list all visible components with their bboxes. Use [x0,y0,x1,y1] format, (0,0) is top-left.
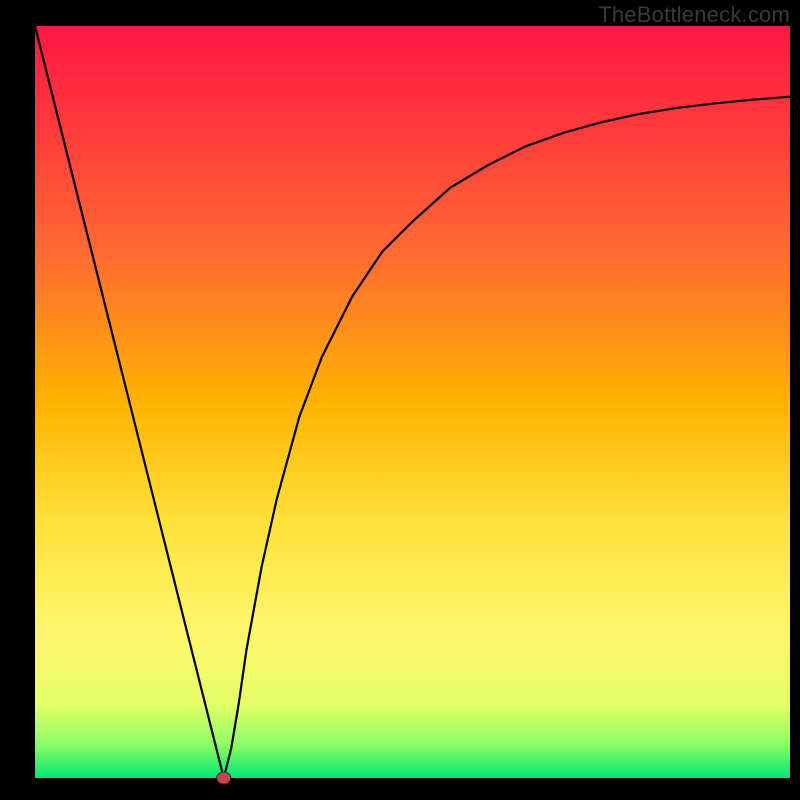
min-point-marker [217,772,231,784]
plot-background [35,26,790,778]
chart-container: TheBottleneck.com [0,0,800,800]
bottleneck-chart [0,0,800,800]
watermark-text: TheBottleneck.com [598,2,790,28]
